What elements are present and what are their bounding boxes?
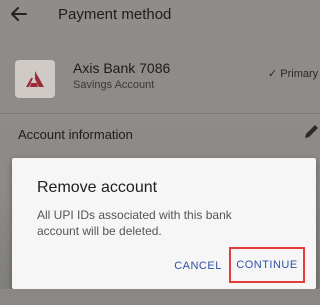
pencil-icon <box>302 125 320 145</box>
continue-button[interactable]: CONTINUE <box>229 247 305 283</box>
dialog-message: All UPI IDs associated with this bank ac… <box>37 208 232 238</box>
cancel-button[interactable]: CANCEL <box>173 256 223 276</box>
edit-button[interactable] <box>302 123 320 141</box>
primary-badge: ✓ Primary <box>268 68 319 80</box>
remove-account-dialog: Remove account All UPI IDs associated wi… <box>12 158 316 289</box>
arrow-left-icon <box>10 5 28 28</box>
page-title: Payment method <box>58 6 172 23</box>
bank-account-row[interactable]: Axis Bank 7086 Savings Account ✓ Primary <box>0 45 320 105</box>
dialog-title: Remove account <box>37 179 158 196</box>
axis-bank-logo-icon <box>15 60 55 98</box>
back-button[interactable] <box>8 5 30 27</box>
background-content-strip <box>0 289 320 305</box>
account-information-heading: Account information <box>18 127 133 142</box>
account-type: Savings Account <box>73 79 155 91</box>
section-divider <box>0 113 320 114</box>
top-app-bar: Payment method <box>0 0 320 34</box>
bank-name: Axis Bank 7086 <box>73 60 171 76</box>
app-screen: Payment method Axis Bank 7086 Savings Ac… <box>0 0 320 305</box>
